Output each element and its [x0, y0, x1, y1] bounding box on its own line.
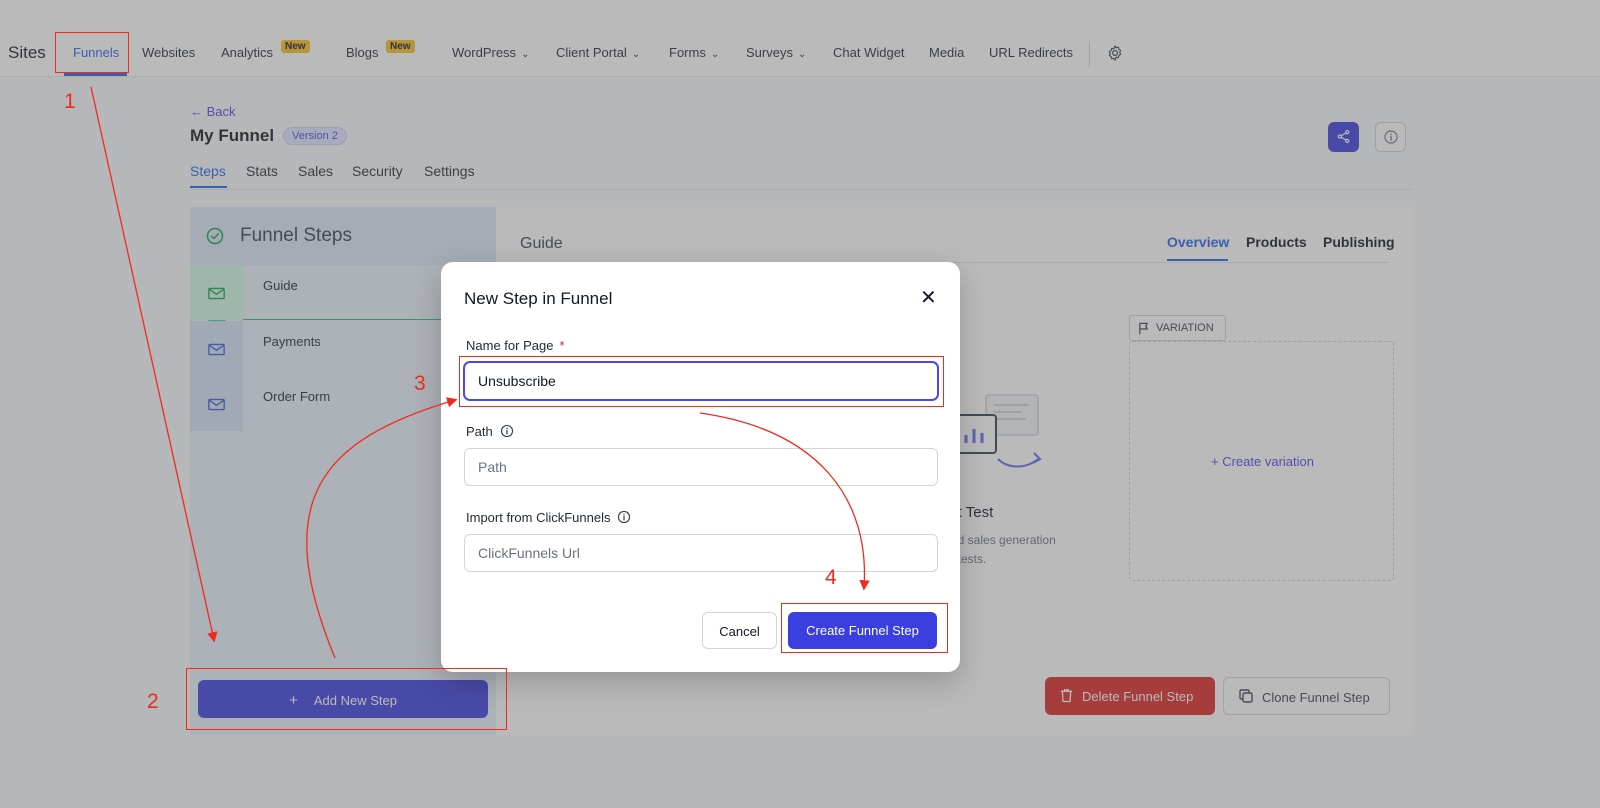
annotation-box-name-input: [459, 356, 944, 407]
import-field-label: Import from ClickFunnels: [466, 510, 631, 525]
annotation-number: 3: [414, 372, 426, 395]
clickfunnels-url-input[interactable]: [464, 534, 938, 572]
annotation-box-create-button: [781, 603, 948, 653]
annotation-number: 2: [147, 690, 159, 713]
import-label-text: Import from ClickFunnels: [466, 510, 611, 525]
cancel-button[interactable]: Cancel: [702, 612, 777, 649]
annotation-number: 1: [64, 90, 76, 113]
close-icon[interactable]: ✕: [920, 288, 937, 308]
name-label-text: Name for Page: [466, 338, 554, 353]
path-input[interactable]: [464, 448, 938, 486]
annotation-box-add-step: [186, 668, 507, 730]
annotation-box-funnels: [55, 32, 129, 73]
info-icon[interactable]: [617, 510, 631, 524]
name-field-label: Name for Page *: [466, 338, 565, 353]
path-field-label: Path: [466, 424, 514, 439]
required-mark: *: [559, 338, 565, 353]
info-icon[interactable]: [500, 424, 514, 438]
modal-title: New Step in Funnel: [464, 289, 613, 308]
path-label-text: Path: [466, 424, 493, 439]
annotation-number: 4: [825, 566, 837, 589]
